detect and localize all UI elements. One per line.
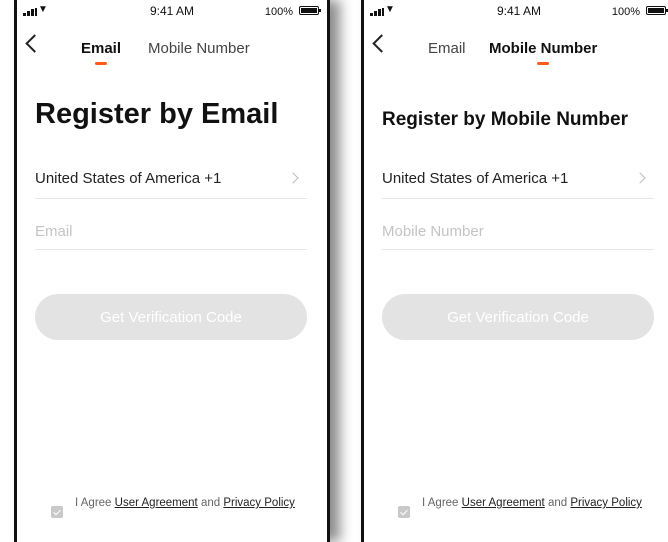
tab-label: Email (428, 40, 466, 57)
checkbox-checked-icon[interactable] (398, 506, 410, 518)
active-tab-indicator (537, 62, 550, 65)
tab-email[interactable]: Email (81, 40, 122, 65)
agreement: I Agree User Agreement and Privacy Polic… (398, 494, 660, 534)
page-title: Register by Email (35, 98, 279, 130)
email-register-screen: ▼ 9:41 AM 100% Email Mobile Number Regis… (14, 0, 330, 542)
tab-mobile-number[interactable]: Mobile Number (148, 40, 250, 57)
get-verification-code-button[interactable]: Get Verification Code (35, 294, 307, 340)
active-tab-indicator (95, 62, 108, 65)
agree-and: and (200, 497, 221, 509)
country-label: United States of America +1 (382, 170, 569, 187)
page-title: Register by Mobile Number (382, 109, 628, 130)
user-agreement-link[interactable]: User Agreement (115, 497, 198, 509)
nav-bar: Email Mobile Number (364, 22, 668, 66)
status-bar: ▼ 9:41 AM 100% (17, 0, 327, 22)
chevron-left-icon[interactable] (25, 34, 44, 53)
checkbox-checked-icon[interactable] (51, 506, 63, 518)
country-selector[interactable]: United States of America +1 (35, 162, 307, 199)
mobile-register-screen: ▼ 9:41 AM 100% Email Mobile Number Regis… (361, 0, 668, 542)
user-agreement-link[interactable]: User Agreement (462, 497, 545, 509)
agree-prefix: I Agree (75, 497, 112, 509)
tab-mobile-number[interactable]: Mobile Number (489, 40, 598, 65)
agreement-text: I Agree User Agreement and Privacy Polic… (422, 495, 660, 511)
battery-icon (646, 6, 668, 15)
tab-label: Mobile Number (489, 40, 598, 57)
agreement: I Agree User Agreement and Privacy Polic… (51, 494, 313, 534)
chevron-left-icon[interactable] (372, 34, 391, 53)
email-field[interactable] (35, 220, 307, 242)
agree-prefix: I Agree (422, 497, 459, 509)
chevron-right-icon (634, 172, 646, 184)
get-verification-code-button[interactable]: Get Verification Code (382, 294, 654, 340)
agree-and: and (547, 497, 568, 509)
privacy-policy-link[interactable]: Privacy Policy (570, 497, 642, 509)
battery-percent: 100% (264, 6, 293, 18)
mobile-number-field-row (382, 216, 654, 250)
country-label: United States of America +1 (35, 170, 222, 187)
chevron-right-icon (287, 172, 299, 184)
country-selector[interactable]: United States of America +1 (382, 162, 654, 199)
agreement-text: I Agree User Agreement and Privacy Polic… (75, 495, 313, 511)
email-field-row (35, 216, 307, 250)
status-bar: ▼ 9:41 AM 100% (364, 0, 668, 22)
tab-email[interactable]: Email (428, 40, 466, 57)
tab-label: Email (81, 40, 122, 57)
tab-label: Mobile Number (148, 40, 250, 57)
nav-bar: Email Mobile Number (17, 22, 327, 66)
battery-percent: 100% (611, 6, 640, 18)
battery-icon (299, 6, 321, 15)
privacy-policy-link[interactable]: Privacy Policy (223, 497, 295, 509)
mobile-number-field[interactable] (382, 220, 654, 242)
